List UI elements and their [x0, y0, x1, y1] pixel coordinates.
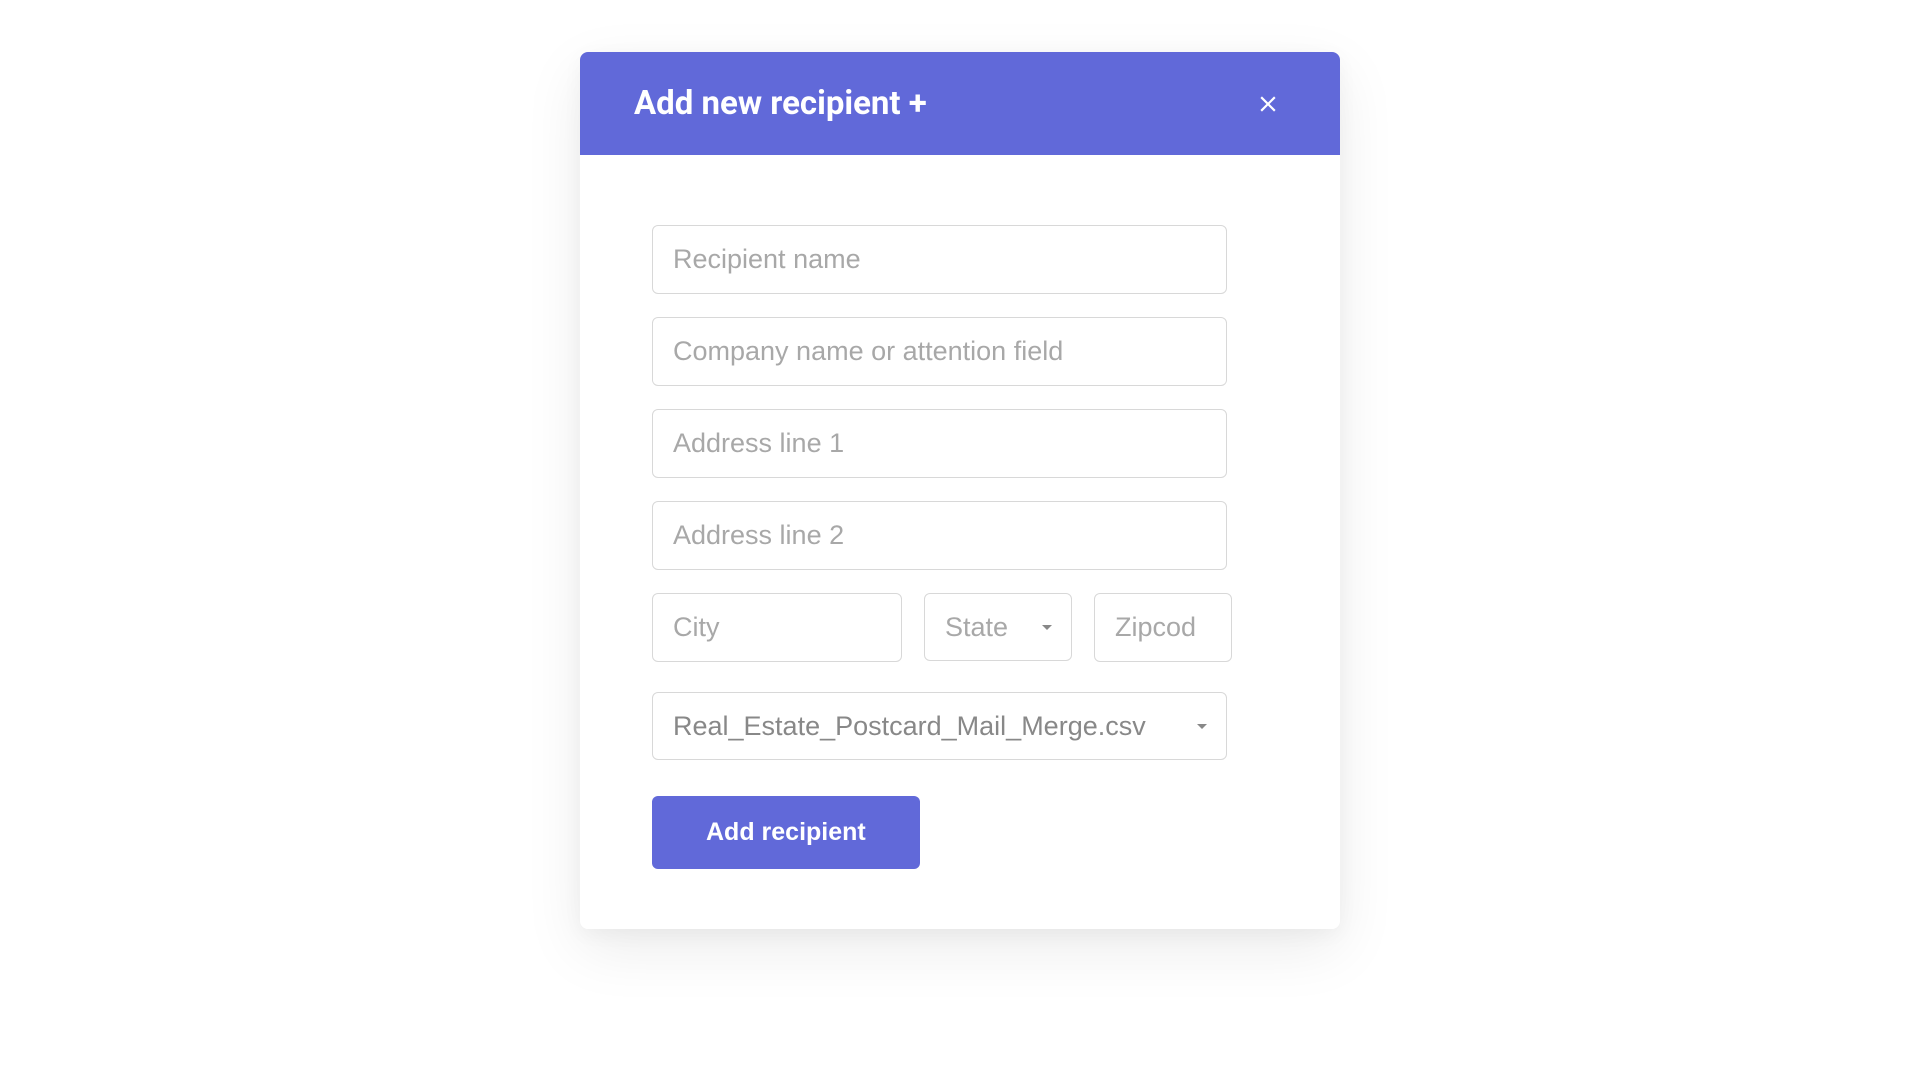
- form-row-city-state-zip: State: [652, 593, 1268, 662]
- zipcode-input[interactable]: [1094, 593, 1232, 662]
- col-state: State: [924, 593, 1072, 662]
- col-city: [652, 593, 902, 662]
- company-name-input[interactable]: [652, 317, 1227, 386]
- address-line-2-input[interactable]: [652, 501, 1227, 570]
- recipient-name-input[interactable]: [652, 225, 1227, 294]
- form-group-company-name: [652, 317, 1227, 386]
- state-select[interactable]: State: [924, 593, 1072, 661]
- modal-header: Add new recipient +: [580, 52, 1340, 155]
- close-icon[interactable]: [1250, 86, 1286, 122]
- add-recipient-button[interactable]: Add recipient: [652, 796, 920, 869]
- form-group-address-1: [652, 409, 1227, 478]
- modal-title: Add new recipient +: [634, 84, 927, 123]
- form-group-address-2: [652, 501, 1227, 570]
- file-select[interactable]: Real_Estate_Postcard_Mail_Merge.csv: [652, 692, 1227, 760]
- add-recipient-modal: Add new recipient +: [580, 52, 1340, 929]
- x-icon: [1255, 91, 1281, 117]
- form-group-recipient-name: [652, 225, 1227, 294]
- form-group-file: Real_Estate_Postcard_Mail_Merge.csv: [652, 692, 1227, 760]
- address-line-1-input[interactable]: [652, 409, 1227, 478]
- city-input[interactable]: [652, 593, 902, 662]
- modal-body: State Real_Estate_Postcard_Mail_Merge.cs…: [580, 155, 1340, 929]
- col-zip: [1094, 593, 1232, 662]
